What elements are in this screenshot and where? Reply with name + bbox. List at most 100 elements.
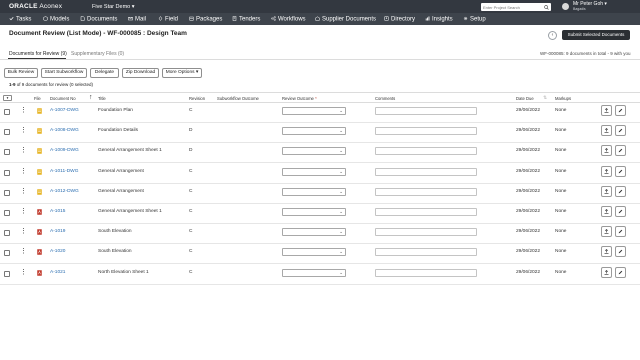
edit-markup-button[interactable] (615, 165, 626, 177)
row-checkbox[interactable] (4, 230, 10, 237)
comments-input[interactable] (375, 167, 477, 176)
upload-button[interactable] (601, 105, 612, 116)
comments-input[interactable] (375, 107, 477, 115)
row-menu-icon[interactable]: ⋮ (20, 127, 27, 134)
review-outcome-select[interactable]: ⌄ (282, 147, 346, 156)
column-title[interactable]: Title (98, 96, 106, 101)
nav-insights[interactable]: Insights (425, 16, 453, 22)
row-menu-icon[interactable]: ⋮ (20, 107, 27, 114)
upload-button[interactable] (601, 145, 612, 157)
dwg-file-icon[interactable] (37, 189, 42, 195)
document-number-link[interactable]: A-1008-DWG (50, 128, 79, 133)
row-checkbox[interactable] (4, 270, 10, 277)
more-options-button[interactable]: More Options ▾ (162, 68, 202, 78)
edit-markup-button[interactable] (615, 185, 626, 197)
delegate-button[interactable]: Delegate (90, 68, 119, 78)
dwg-file-icon[interactable] (37, 108, 42, 114)
pdf-file-icon[interactable] (37, 249, 42, 256)
nav-workflows[interactable]: Workflows (271, 15, 306, 22)
row-checkbox[interactable] (4, 250, 10, 257)
review-outcome-select[interactable]: ⌄ (282, 107, 346, 115)
column-comments[interactable]: Comments (375, 96, 395, 101)
column-markups[interactable]: Markups (555, 96, 571, 101)
document-number-link[interactable]: A-1015 (50, 209, 65, 214)
column-date-due[interactable]: Date Due (516, 96, 534, 101)
row-checkbox[interactable] (4, 189, 10, 196)
row-checkbox[interactable] (4, 129, 10, 136)
upload-button[interactable] (601, 206, 612, 217)
comments-input[interactable] (375, 208, 477, 216)
column-file[interactable]: File (34, 96, 41, 101)
review-outcome-select[interactable]: ⌄ (282, 248, 346, 257)
submit-selected-button[interactable]: Submit Selected Documents (562, 30, 630, 40)
nav-tenders[interactable]: Tenders (232, 15, 260, 22)
oracle-aconex-logo[interactable]: ORACLE Aconex (9, 3, 62, 10)
user-menu[interactable]: Mr Peter Goh ▾ Bagadis (573, 2, 607, 12)
nav-directory[interactable]: Directory (384, 16, 415, 22)
search-icon[interactable] (544, 4, 549, 10)
review-outcome-select[interactable]: ⌄ (282, 127, 346, 136)
tab-supplementary-files[interactable]: Supplementary Files (0) (71, 51, 124, 57)
comments-input[interactable] (375, 228, 477, 237)
pdf-file-icon[interactable] (37, 269, 42, 276)
comments-input[interactable] (375, 127, 477, 136)
edit-markup-button[interactable] (615, 105, 626, 116)
back-button[interactable]: ‹ (548, 31, 557, 40)
review-outcome-select[interactable]: ⌄ (282, 228, 346, 237)
row-menu-icon[interactable]: ⋮ (20, 248, 27, 255)
document-number-link[interactable]: A-1021 (50, 270, 65, 275)
dwg-file-icon[interactable] (37, 168, 42, 175)
edit-markup-button[interactable] (615, 226, 626, 238)
comments-input[interactable] (375, 248, 477, 257)
document-number-link[interactable]: A-1019 (50, 229, 65, 234)
upload-button[interactable] (601, 185, 612, 197)
pdf-file-icon[interactable] (37, 209, 42, 215)
avatar[interactable] (562, 2, 569, 10)
sort-ascending-icon[interactable]: ↑ (89, 94, 93, 101)
comments-input[interactable] (375, 187, 477, 196)
row-checkbox[interactable] (4, 169, 10, 176)
document-number-link[interactable]: A-1012-DWG (50, 189, 79, 194)
sort-icon[interactable]: ⇅ (543, 95, 547, 101)
review-outcome-select[interactable]: ⌄ (282, 268, 346, 277)
nav-field[interactable]: Field (158, 15, 178, 22)
pdf-file-icon[interactable] (37, 229, 42, 235)
column-revision[interactable]: Revision (189, 96, 205, 101)
upload-button[interactable] (601, 226, 612, 238)
nav-models[interactable]: Models (43, 15, 69, 22)
edit-markup-button[interactable] (615, 145, 626, 157)
select-all-dropdown[interactable]: ▾ (3, 95, 12, 101)
bulk-review-button[interactable]: Bulk Review (4, 68, 38, 78)
column-document-no[interactable]: Document No (50, 96, 76, 101)
row-menu-icon[interactable]: ⋮ (20, 188, 27, 195)
upload-button[interactable] (601, 246, 612, 258)
row-menu-icon[interactable]: ⋮ (20, 168, 27, 175)
document-number-link[interactable]: A-1007-DWG (50, 108, 79, 113)
edit-markup-button[interactable] (615, 206, 626, 217)
row-menu-icon[interactable]: ⋮ (20, 269, 27, 276)
tab-documents-for-review[interactable]: Documents for Review (9) (9, 51, 67, 57)
dwg-file-icon[interactable] (37, 128, 42, 134)
search-input[interactable] (481, 3, 551, 11)
nav-tasks[interactable]: Tasks (9, 16, 31, 22)
review-outcome-select[interactable]: ⌄ (282, 208, 346, 216)
row-checkbox[interactable] (4, 210, 10, 216)
row-checkbox[interactable] (4, 109, 10, 115)
nav-setup[interactable]: Setup (463, 16, 486, 22)
row-menu-icon[interactable]: ⋮ (20, 228, 27, 235)
nav-documents[interactable]: Documents (80, 15, 117, 22)
review-outcome-select[interactable]: ⌄ (282, 187, 346, 196)
edit-markup-button[interactable] (615, 125, 626, 137)
project-selector[interactable]: Five Star Demo ▾ (92, 4, 135, 10)
upload-button[interactable] (601, 266, 612, 278)
comments-input[interactable] (375, 147, 477, 156)
row-menu-icon[interactable]: ⋮ (20, 147, 27, 154)
zip-download-button[interactable]: Zip Download (122, 68, 159, 78)
edit-markup-button[interactable] (615, 266, 626, 278)
document-number-link[interactable]: A-1011-DWG (50, 169, 78, 174)
row-checkbox[interactable] (4, 149, 10, 156)
review-outcome-select[interactable]: ⌄ (282, 167, 346, 176)
document-number-link[interactable]: A-1009-DWG (50, 148, 79, 153)
row-menu-icon[interactable]: ⋮ (20, 208, 27, 215)
start-subworkflow-button[interactable]: Start Subworkflow (41, 68, 87, 78)
